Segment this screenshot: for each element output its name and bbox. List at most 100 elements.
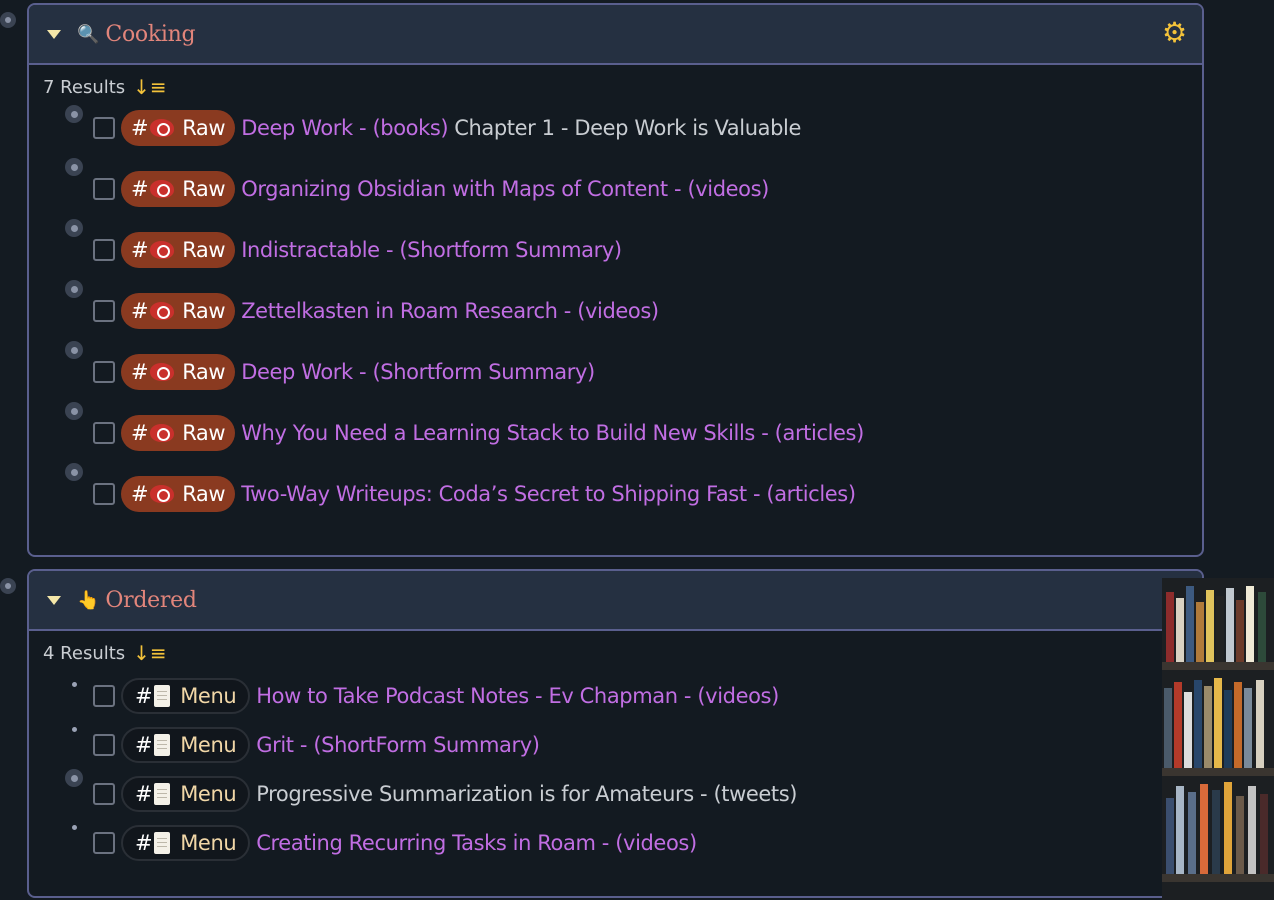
page-link[interactable]: Grit - (ShortForm Summary): [256, 733, 540, 757]
raw-tag[interactable]: # Raw: [121, 353, 236, 390]
tag-hash: #: [131, 481, 149, 506]
todo-checkbox[interactable]: [93, 421, 115, 444]
results-label: 7 Results: [43, 76, 126, 98]
tag-hash: #: [135, 781, 153, 806]
page-link[interactable]: Why You Need a Learning Stack to Build N…: [241, 421, 864, 445]
results-list: # Raw Deep Work - (books) Chapter 1 - Dee…: [29, 97, 1202, 524]
page-link[interactable]: Creating Recurring Tasks in Roam - (vide…: [256, 831, 697, 855]
page-link[interactable]: Deep Work - (books): [241, 116, 448, 140]
row-bullet[interactable]: [65, 818, 83, 836]
row-bullet[interactable]: [65, 341, 83, 359]
page-link[interactable]: Organizing Obsidian with Maps of Content…: [241, 177, 769, 201]
query-panel-cooking: 🔍 Cooking ⚙ 7 Results ↓≡ # Raw Deep Work …: [27, 3, 1204, 557]
menu-tag[interactable]: # Menu: [121, 677, 251, 714]
todo-checkbox[interactable]: [93, 238, 115, 261]
raw-tag[interactable]: # Raw: [121, 231, 236, 268]
row-bullet[interactable]: [65, 720, 83, 738]
query-title[interactable]: Ordered: [105, 588, 196, 613]
query-header: 🔍 Cooking ⚙: [29, 5, 1202, 65]
todo-checkbox[interactable]: [93, 299, 115, 322]
tag-hash: #: [135, 732, 153, 757]
row-bullet[interactable]: [65, 402, 83, 420]
tag-label: Raw: [182, 176, 226, 201]
row-bullet[interactable]: [65, 769, 83, 787]
block-bullet[interactable]: [0, 12, 16, 28]
todo-checkbox[interactable]: [93, 831, 115, 854]
query-panel-ordered: 👆 Ordered ⚙ 4 Results ↓≡ # Menu How to Ta…: [27, 569, 1204, 898]
tag-hash: #: [131, 298, 149, 323]
tag-label: Raw: [182, 237, 226, 262]
tag-hash: #: [135, 830, 153, 855]
tag-label: Menu: [180, 781, 237, 806]
page-link[interactable]: Indistractable - (Shortform Summary): [241, 238, 622, 262]
block-text: Progressive Summarization is for Amateur…: [256, 781, 798, 806]
todo-checkbox[interactable]: [93, 116, 115, 139]
query-header: 👆 Ordered ⚙: [29, 571, 1202, 631]
row-bullet[interactable]: [65, 158, 83, 176]
menu-tag[interactable]: # Menu: [121, 824, 251, 861]
tag-label: Menu: [180, 683, 237, 708]
todo-checkbox[interactable]: [93, 733, 115, 756]
menu-tag[interactable]: # Menu: [121, 775, 251, 812]
tag-hash: #: [131, 237, 149, 262]
results-count: 4 Results ↓≡: [29, 631, 1202, 675]
result-row: # Raw Two-Way Writeups: Coda’s Secret to …: [29, 463, 1202, 524]
result-row: # Menu How to Take Podcast Notes - Ev Cha…: [29, 671, 1202, 720]
row-bullet[interactable]: [65, 280, 83, 298]
collapse-caret-icon[interactable]: [47, 29, 61, 39]
meat-icon: [150, 423, 175, 442]
raw-tag[interactable]: # Raw: [121, 475, 236, 512]
row-bullet[interactable]: [65, 463, 83, 481]
menu-tag[interactable]: # Menu: [121, 726, 251, 763]
page-link[interactable]: Zettelkasten in Roam Research - (videos): [241, 299, 659, 323]
raw-tag[interactable]: # Raw: [121, 109, 236, 146]
result-row: # Menu Progressive Summarization is for A…: [29, 769, 1202, 818]
page-link[interactable]: Two-Way Writeups: Coda’s Secret to Shipp…: [241, 482, 856, 506]
tag-label: Raw: [182, 420, 226, 445]
page-icon: [154, 733, 171, 756]
tag-label: Raw: [182, 481, 226, 506]
book-row: [1162, 670, 1274, 768]
block-text: Chapter 1 - Deep Work is Valuable: [454, 115, 801, 140]
raw-tag[interactable]: # Raw: [121, 292, 236, 329]
sort-icon[interactable]: ↓≡: [133, 75, 167, 99]
tag-label: Raw: [182, 359, 226, 384]
meat-icon: [150, 301, 175, 320]
result-row: # Raw Deep Work - (books) Chapter 1 - Dee…: [29, 97, 1202, 158]
results-list: # Menu How to Take Podcast Notes - Ev Cha…: [29, 671, 1202, 867]
result-row: # Raw Deep Work - (Shortform Summary): [29, 341, 1202, 402]
page-icon: [154, 782, 171, 805]
page-link[interactable]: How to Take Podcast Notes - Ev Chapman -…: [256, 684, 779, 708]
meat-icon: [150, 118, 175, 137]
todo-checkbox[interactable]: [93, 482, 115, 505]
result-row: # Menu Creating Recurring Tasks in Roam -…: [29, 818, 1202, 867]
raw-tag[interactable]: # Raw: [121, 414, 236, 451]
tag-label: Raw: [182, 115, 226, 140]
meat-icon: [150, 179, 175, 198]
collapse-caret-icon[interactable]: [47, 595, 61, 605]
block-bullet[interactable]: [0, 578, 16, 594]
todo-checkbox[interactable]: [93, 684, 115, 707]
meat-icon: [150, 362, 175, 381]
row-bullet[interactable]: [65, 675, 83, 693]
page-link[interactable]: Deep Work - (Shortform Summary): [241, 360, 595, 384]
row-bullet[interactable]: [65, 105, 83, 123]
magnifier-icon: 🔍: [77, 23, 100, 45]
meat-icon: [150, 484, 175, 503]
meat-icon: [150, 240, 175, 259]
todo-checkbox[interactable]: [93, 782, 115, 805]
todo-checkbox[interactable]: [93, 360, 115, 383]
sort-icon[interactable]: ↓≡: [133, 641, 167, 665]
tag-hash: #: [131, 176, 149, 201]
webcam-overlay: [1162, 578, 1274, 900]
query-title[interactable]: Cooking: [105, 22, 195, 47]
pointing-hand-icon: 👆: [77, 589, 100, 611]
raw-tag[interactable]: # Raw: [121, 170, 236, 207]
tag-label: Menu: [180, 830, 237, 855]
todo-checkbox[interactable]: [93, 177, 115, 200]
row-bullet[interactable]: [65, 219, 83, 237]
gear-icon[interactable]: ⚙: [1162, 19, 1190, 47]
result-row: # Raw Zettelkasten in Roam Research - (vi…: [29, 280, 1202, 341]
page-icon: [154, 684, 171, 707]
tag-label: Menu: [180, 732, 237, 757]
